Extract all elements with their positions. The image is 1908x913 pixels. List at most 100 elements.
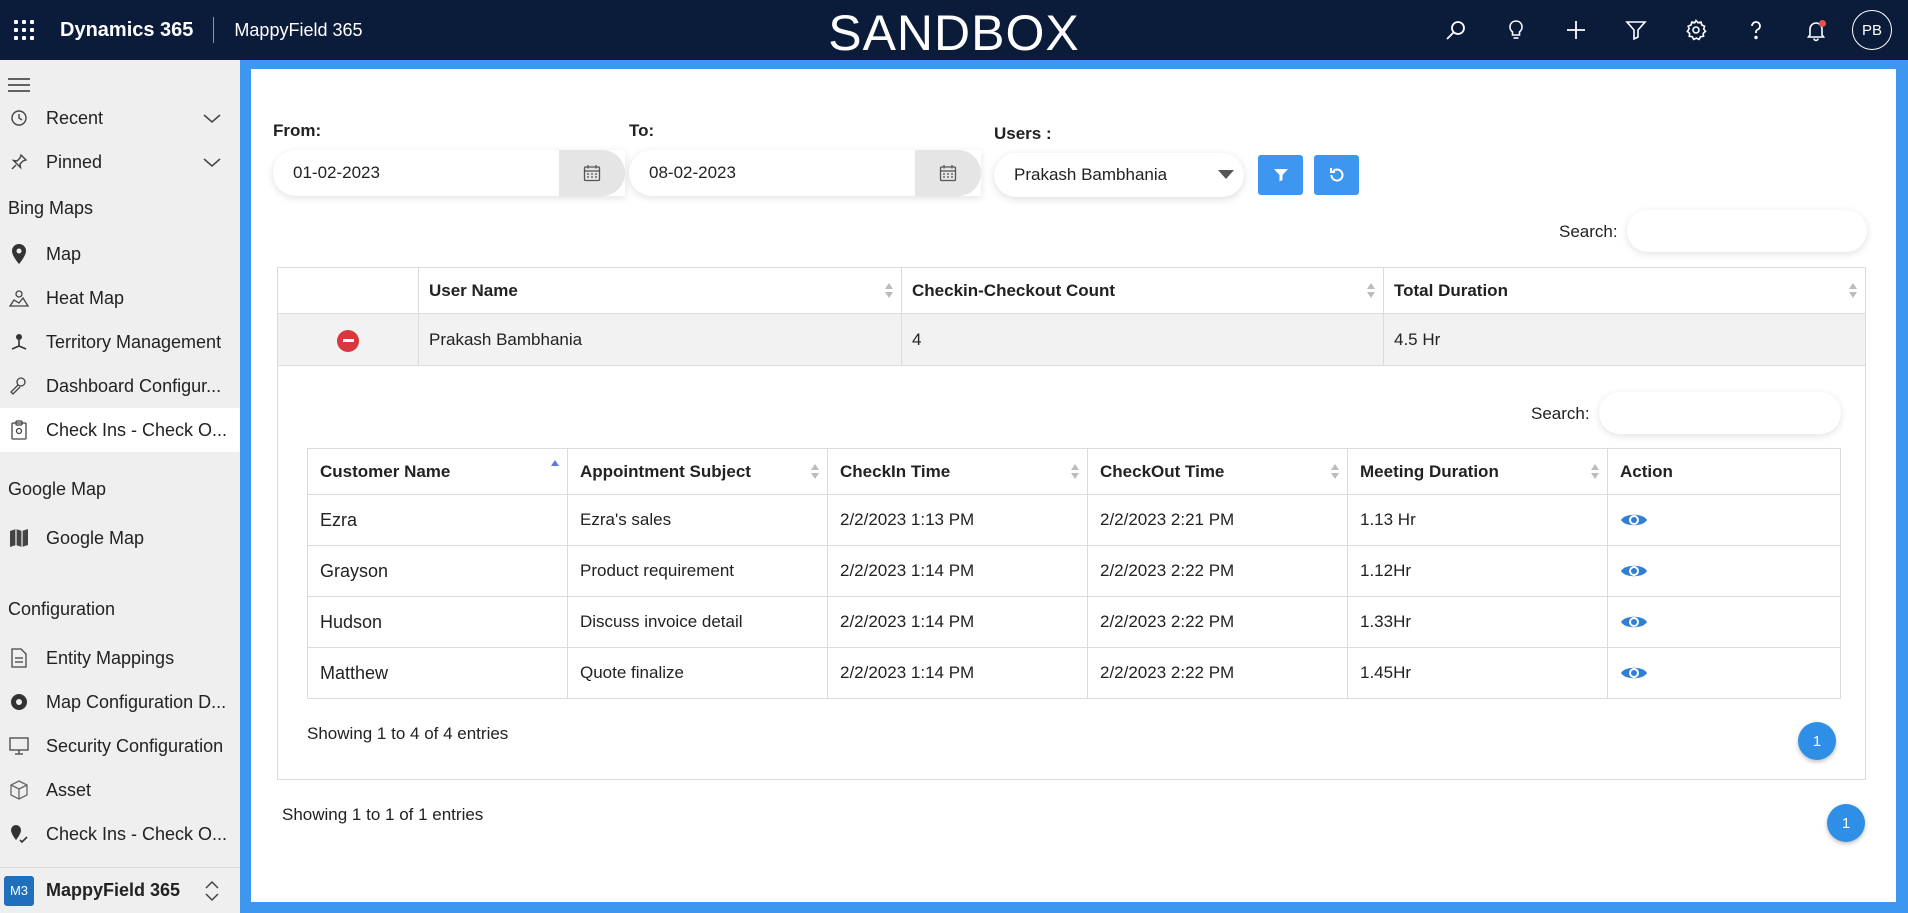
- app-name[interactable]: MappyField 365: [234, 20, 362, 41]
- sidebar-item-map-configuration[interactable]: Map Configuration D...: [0, 680, 240, 724]
- column-meeting-duration[interactable]: Meeting Duration: [1347, 448, 1608, 495]
- sidebar: Recent Pinned Bing Maps Map Heat Map Ter…: [0, 60, 240, 913]
- header-divider: [213, 17, 215, 43]
- sidebar-item-map[interactable]: Map: [0, 232, 240, 276]
- collapse-cell[interactable]: [277, 313, 419, 366]
- users-select[interactable]: Prakash Bambhania: [994, 153, 1244, 197]
- folded-map-icon: [8, 527, 30, 549]
- column-checkin-time[interactable]: CheckIn Time: [827, 448, 1088, 495]
- nested-search-input[interactable]: [1599, 392, 1841, 434]
- sort-icon[interactable]: [1367, 283, 1375, 299]
- app-switcher[interactable]: M3 MappyField 365: [0, 867, 240, 913]
- sort-icon[interactable]: [1591, 464, 1599, 480]
- column-customer-name[interactable]: Customer Name: [307, 448, 568, 495]
- eye-icon[interactable]: [1620, 510, 1648, 530]
- group-google-map: Google Map: [8, 478, 107, 499]
- sort-asc-icon[interactable]: [551, 460, 559, 476]
- sort-icon[interactable]: [811, 464, 819, 480]
- chevron-updown-icon[interactable]: [204, 880, 220, 902]
- sidebar-item-asset[interactable]: Asset: [0, 768, 240, 812]
- filter-button[interactable]: [1258, 155, 1303, 195]
- chevron-down-icon[interactable]: [202, 108, 222, 128]
- cell-checkout: 2/2/2023 2:21 PM: [1087, 494, 1348, 546]
- chevron-down-icon[interactable]: [202, 152, 222, 172]
- to-label: To:: [629, 121, 655, 140]
- dropdown-caret-icon[interactable]: [1218, 170, 1234, 179]
- page-button[interactable]: 1: [1827, 804, 1865, 842]
- cell-checkin: 2/2/2023 1:14 PM: [827, 596, 1088, 648]
- calendar-icon[interactable]: [559, 150, 625, 196]
- eye-icon[interactable]: [1620, 612, 1648, 632]
- cell-action: [1607, 545, 1841, 597]
- search-icon[interactable]: [1426, 0, 1486, 60]
- sidebar-item-territory-management[interactable]: Territory Management: [0, 320, 240, 364]
- table-row: Matthew Quote finalize 2/2/2023 1:14 PM …: [307, 647, 1841, 699]
- column-user-name[interactable]: User Name: [418, 267, 902, 314]
- users-table: User Name Checkin-Checkout Count Total D…: [277, 267, 1866, 366]
- column-total-duration[interactable]: Total Duration: [1383, 267, 1866, 314]
- sort-icon[interactable]: [1331, 464, 1339, 480]
- column-checkin-count[interactable]: Checkin-Checkout Count: [901, 267, 1384, 314]
- sidebar-item-check-ins[interactable]: Check Ins - Check O...: [0, 408, 240, 452]
- avatar[interactable]: PB: [1852, 10, 1892, 50]
- refresh-icon: [1329, 168, 1343, 182]
- cell-checkout: 2/2/2023 2:22 PM: [1087, 545, 1348, 597]
- bell-icon[interactable]: [1786, 0, 1846, 60]
- to-date-field[interactable]: 08-02-2023: [629, 150, 981, 196]
- help-icon[interactable]: [1726, 0, 1786, 60]
- cell-checkin: 2/2/2023 1:13 PM: [827, 494, 1088, 546]
- cell-count: 4: [901, 313, 1384, 366]
- cell-checkout: 2/2/2023 2:22 PM: [1087, 596, 1348, 648]
- plus-icon[interactable]: [1546, 0, 1606, 60]
- cell-action: [1607, 596, 1841, 648]
- eye-icon[interactable]: [1620, 561, 1648, 581]
- from-label: From:: [273, 121, 322, 140]
- pin-icon: [8, 151, 30, 173]
- brand-name[interactable]: Dynamics 365: [60, 19, 193, 42]
- eye-icon[interactable]: [1620, 663, 1648, 683]
- cell-duration: 4.5 Hr: [1383, 313, 1866, 366]
- heat-map-icon: [8, 287, 30, 309]
- column-appointment-subject[interactable]: Appointment Subject: [567, 448, 828, 495]
- sidebar-item-check-ins-config[interactable]: Check Ins - Check O...: [0, 812, 240, 856]
- from-date-value[interactable]: 01-02-2023: [273, 163, 559, 183]
- sort-icon[interactable]: [1849, 283, 1857, 299]
- notification-dot: [1819, 20, 1826, 27]
- app-switcher-title: MappyField 365: [46, 880, 181, 900]
- search-input[interactable]: [1627, 210, 1867, 252]
- reset-button[interactable]: [1314, 155, 1359, 195]
- collapse-icon[interactable]: [337, 329, 359, 352]
- cell-duration: 1.33Hr: [1347, 596, 1608, 648]
- lightbulb-icon[interactable]: [1486, 0, 1546, 60]
- sidebar-item-security-configuration[interactable]: Security Configuration: [0, 724, 240, 768]
- cell-subject: Discuss invoice detail: [567, 596, 828, 648]
- column-checkout-time[interactable]: CheckOut Time: [1087, 448, 1348, 495]
- calendar-icon[interactable]: [915, 150, 981, 196]
- sidebar-item-google-map[interactable]: Google Map: [0, 516, 240, 560]
- sort-icon[interactable]: [1071, 464, 1079, 480]
- app-badge: M3: [4, 875, 34, 906]
- dashboard-config-icon: [8, 375, 30, 397]
- filter-icon[interactable]: [1606, 0, 1666, 60]
- gear-icon[interactable]: [1666, 0, 1726, 60]
- to-date-value[interactable]: 08-02-2023: [629, 163, 915, 183]
- sidebar-item-dashboard-config[interactable]: Dashboard Configur...: [0, 364, 240, 408]
- from-date-field[interactable]: 01-02-2023: [273, 150, 625, 196]
- cell-checkout: 2/2/2023 2:22 PM: [1087, 647, 1348, 699]
- nested-page-button[interactable]: 1: [1798, 722, 1836, 760]
- nested-search-label: Search:: [1531, 404, 1590, 423]
- funnel-icon: [1273, 169, 1288, 182]
- cell-action: [1607, 494, 1841, 546]
- cell-duration: 1.13 Hr: [1347, 494, 1608, 546]
- document-icon: [8, 647, 30, 669]
- sidebar-item-heat-map[interactable]: Heat Map: [0, 276, 240, 320]
- appointments-table: Customer Name Appointment Subject CheckI…: [307, 448, 1841, 699]
- sort-icon[interactable]: [885, 283, 893, 299]
- hamburger-icon[interactable]: [8, 77, 30, 93]
- sidebar-item-pinned[interactable]: Pinned: [0, 140, 240, 184]
- cell-checkin: 2/2/2023 1:14 PM: [827, 647, 1088, 699]
- sidebar-item-entity-mappings[interactable]: Entity Mappings: [0, 636, 240, 680]
- header-actions: PB: [1426, 0, 1892, 60]
- app-launcher-icon[interactable]: [12, 18, 36, 42]
- sidebar-item-recent[interactable]: Recent: [0, 96, 240, 140]
